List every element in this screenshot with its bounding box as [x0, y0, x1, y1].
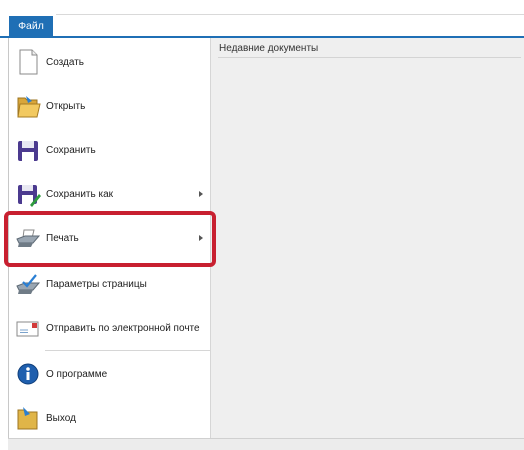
- menu-item-save[interactable]: Сохранить: [9, 128, 210, 172]
- menu-item-label: Создать: [46, 56, 85, 68]
- menu-item-page-setup[interactable]: Параметры страницы: [9, 262, 210, 306]
- menu-item-label: Отправить по электронной почте: [46, 322, 200, 334]
- menu-item-about[interactable]: О программе: [9, 352, 210, 396]
- ribbon-top-line: [56, 14, 524, 15]
- menu-item-exit[interactable]: Выход: [9, 396, 210, 440]
- file-tab[interactable]: Файл: [9, 16, 53, 37]
- menu-item-label: Сохранить как: [46, 188, 114, 200]
- menu-item-open[interactable]: Открыть: [9, 84, 210, 128]
- open-folder-icon: [15, 92, 41, 120]
- menu-separator: [45, 350, 213, 351]
- menu-item-label: Параметры страницы: [46, 278, 147, 290]
- submenu-arrow-icon: [199, 191, 203, 197]
- email-icon: [15, 314, 41, 342]
- recent-documents-panel: Недавние документы: [211, 38, 524, 438]
- menu-item-label: Сохранить: [46, 144, 96, 156]
- ribbon-bar: Файл: [0, 0, 524, 38]
- save-floppy-icon: [15, 136, 41, 164]
- menu-item-label: Выход: [46, 412, 76, 424]
- new-document-icon: [15, 48, 41, 76]
- menu-item-send-email[interactable]: Отправить по электронной почте: [9, 306, 210, 350]
- page-setup-printer-icon: [15, 270, 41, 298]
- status-strip: [8, 438, 524, 450]
- menu-item-label: Открыть: [46, 100, 86, 112]
- exit-icon: [15, 404, 41, 432]
- recent-documents-title: Недавние документы: [219, 43, 319, 54]
- menu-item-new[interactable]: Создать: [9, 40, 210, 84]
- info-icon: [15, 360, 41, 388]
- save-as-icon: [15, 180, 41, 208]
- print-highlight-frame: [4, 211, 216, 267]
- menu-item-label: О программе: [46, 368, 108, 380]
- recent-documents-rule: [218, 57, 521, 58]
- menu-item-save-as[interactable]: Сохранить как: [9, 172, 210, 216]
